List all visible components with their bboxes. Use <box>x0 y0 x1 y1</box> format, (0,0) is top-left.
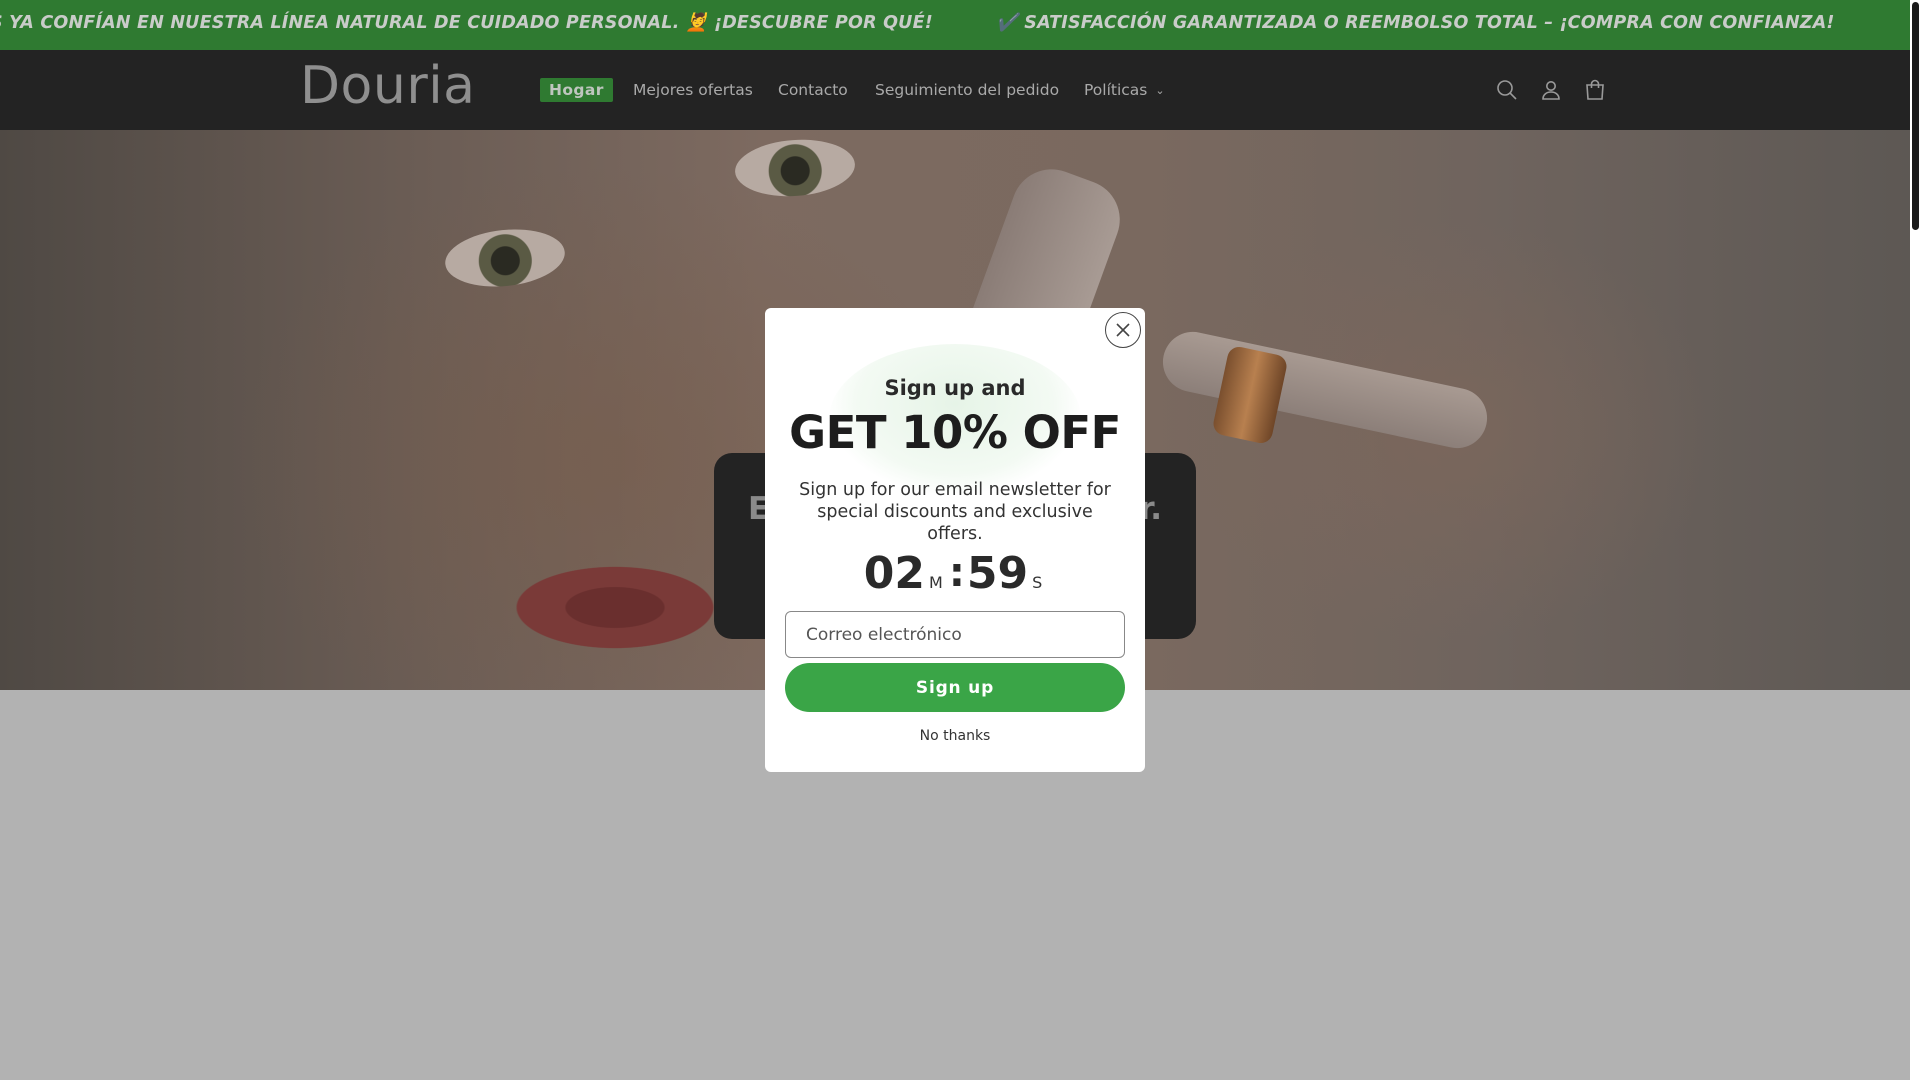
page: S YA CONFÍAN EN NUESTRA LÍNEA NATURAL DE… <box>0 0 1920 1080</box>
no-thanks-link[interactable]: No thanks <box>765 728 1145 744</box>
search-icon[interactable] <box>1495 78 1519 102</box>
close-icon <box>1116 323 1130 337</box>
timer-minutes: 02 <box>863 548 926 599</box>
chevron-down-icon: ⌄ <box>1155 83 1165 97</box>
timer-minutes-unit: M <box>929 573 943 592</box>
popup-description: Sign up for our email newsletter for spe… <box>799 480 1111 544</box>
nav-item-contacto[interactable]: Contacto <box>778 78 848 102</box>
page-scrollbar[interactable] <box>1910 0 1920 1080</box>
popup-pretitle: Sign up and <box>884 376 1026 400</box>
announcement-bar: S YA CONFÍAN EN NUESTRA LÍNEA NATURAL DE… <box>0 0 1910 50</box>
countdown-timer: 02 M:59 S <box>765 548 1145 600</box>
popup-headline: GET 10% OFF <box>789 406 1121 459</box>
timer-seconds: 59 <box>966 548 1029 599</box>
announcement-text-1: S YA CONFÍAN EN NUESTRA LÍNEA NATURAL DE… <box>0 13 933 33</box>
nav-item-politicas[interactable]: Políticas ⌄ <box>1084 78 1165 102</box>
scrollbar-thumb[interactable] <box>1912 2 1919 230</box>
hero-image-roller-handle <box>1157 326 1493 454</box>
site-header: Douria Hogar Mejores ofertas Contacto Se… <box>0 50 1910 130</box>
store-logo[interactable]: Douria <box>300 56 476 116</box>
nav-item-hogar[interactable]: Hogar <box>540 78 613 102</box>
newsletter-popup: Sign up and GET 10% OFF Sign up for our … <box>765 308 1145 772</box>
nav-item-seguimiento[interactable]: Seguimiento del pedido <box>875 78 1059 102</box>
email-field[interactable] <box>785 611 1125 658</box>
signup-button[interactable]: Sign up <box>785 663 1125 712</box>
hero-image-eye-left <box>442 223 568 293</box>
nav-item-politicas-label: Políticas <box>1084 81 1148 99</box>
announcement-text-2: ✔️ SATISFACCIÓN GARANTIZADA O REEMBOLSO … <box>996 13 1835 33</box>
account-icon[interactable] <box>1539 78 1563 102</box>
timer-separator: : <box>948 550 965 596</box>
cart-icon[interactable] <box>1583 78 1607 102</box>
timer-seconds-unit: S <box>1032 573 1043 592</box>
hero-image-lips <box>500 560 730 655</box>
hero-image-eye-right <box>733 135 857 201</box>
nav-item-mejores-ofertas[interactable]: Mejores ofertas <box>633 78 753 102</box>
close-button[interactable] <box>1105 312 1141 348</box>
